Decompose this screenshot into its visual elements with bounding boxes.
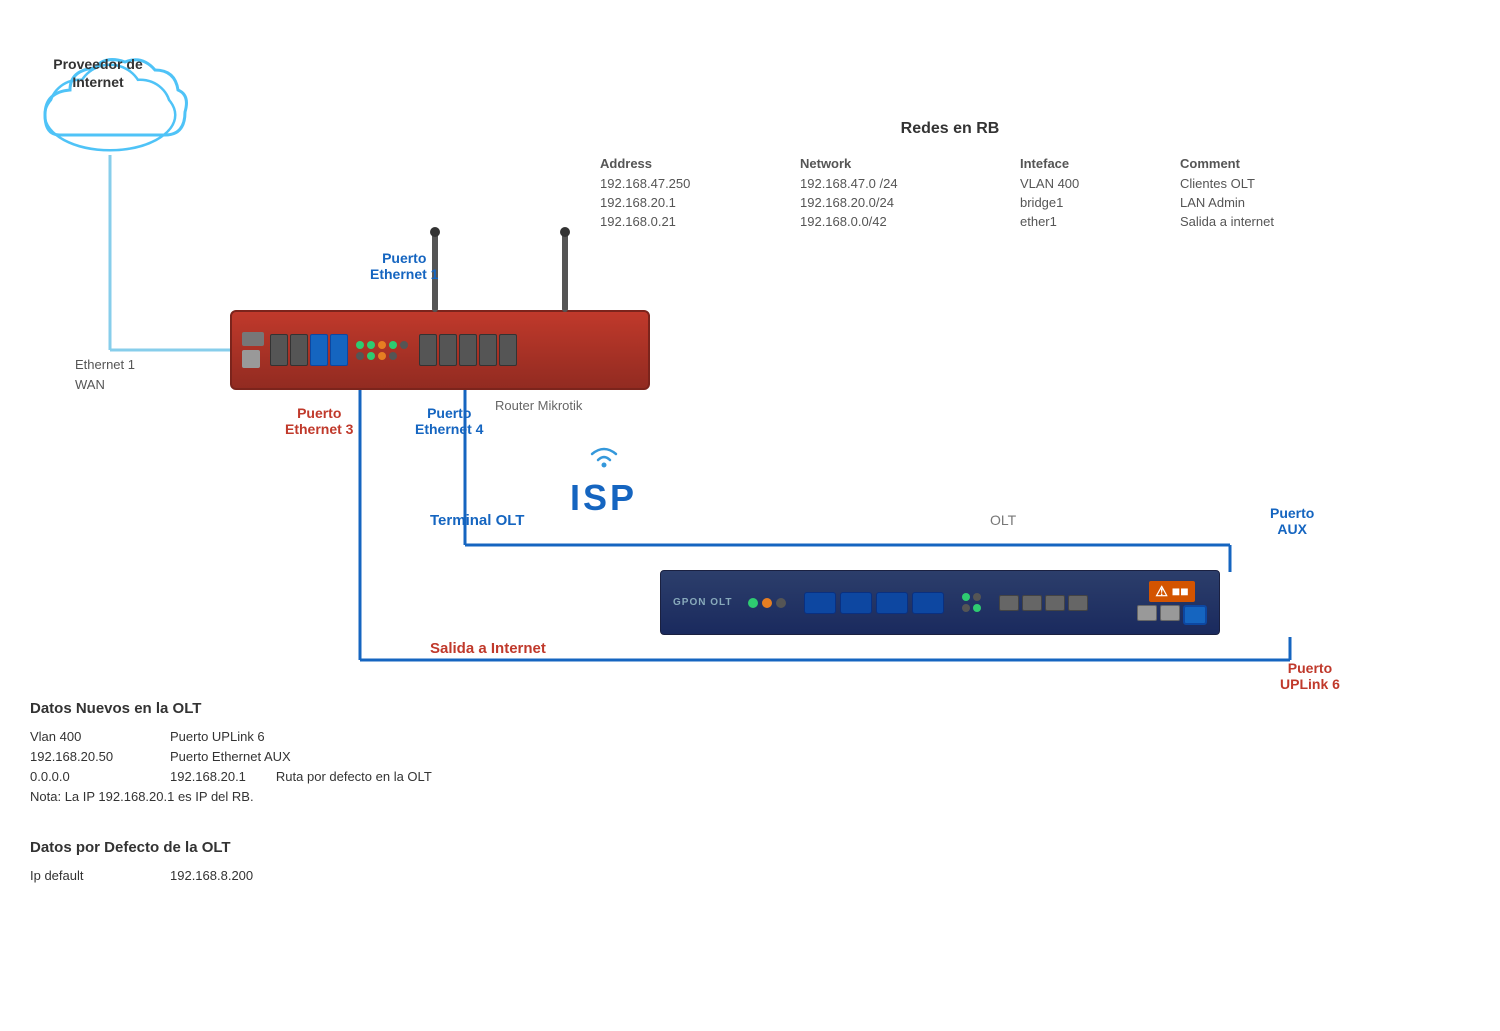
cloud-label: Proveedor de Internet [38,55,158,91]
table-row: 192.168.47.250 [600,174,800,193]
wifi-icon [570,440,637,477]
isp-logo: ISP [570,440,637,519]
table-grid: Address Network Inteface Comment 192.168… [600,153,1300,231]
table-row: Clientes OLT [1180,174,1380,193]
table-row: 192.168.47.0 /24 [800,174,1020,193]
router-label: Router Mikrotik [495,398,582,413]
table-row: bridge1 [1020,193,1180,212]
table-row: 192.168.0.21 [600,212,800,231]
datos-nuevos-title: Datos Nuevos en la OLT [30,700,630,717]
table-row: LAN Admin [1180,193,1380,212]
table-row: 192.168.0.0/42 [800,212,1020,231]
table-title: Redes en RB [600,120,1300,138]
table-row: VLAN 400 [1020,174,1180,193]
table-row: Salida a internet [1180,212,1380,231]
table-row: 192.168.20.0/24 [800,193,1020,212]
datos-nuevos-section: Datos Nuevos en la OLT Vlan 400 Puerto U… [30,700,630,888]
datos-nuevos-note: Nota: La IP 192.168.20.1 es IP del RB. [30,789,630,804]
terminal-olt-label: Terminal OLT [430,512,524,529]
router-mikrotik [230,310,650,390]
port-eth1-label: Puerto Ethernet 1 [370,250,438,282]
ethernet1-wan-label: Ethernet 1 WAN [75,355,135,394]
olt-device: GPON OLT [660,570,1220,635]
list-item: Ip default 192.168.8.200 [30,868,630,883]
redes-rb-table: Redes en RB Address Network Inteface Com… [600,120,1300,231]
port-aux-label: Puerto AUX [1270,505,1314,537]
table-row: ether1 [1020,212,1180,231]
list-item: 0.0.0.0 192.168.20.1 Ruta por defecto en… [30,769,630,784]
antenna-right [562,232,568,312]
port-uplink-label: Puerto UPLink 6 [1280,660,1340,692]
col-header-address: Address [600,153,800,174]
port-eth3-label: Puerto Ethernet 3 [285,405,353,437]
list-item: 192.168.20.50 Puerto Ethernet AUX [30,749,630,764]
list-item: Vlan 400 Puerto UPLink 6 [30,729,630,744]
isp-text: ISP [570,477,637,519]
salida-internet-label: Salida a Internet [430,640,546,657]
datos-defecto-title: Datos por Defecto de la OLT [30,839,630,856]
col-header-network: Network [800,153,1020,174]
col-header-inteface: Inteface [1020,153,1180,174]
port-eth4-label: Puerto Ethernet 4 [415,405,483,437]
olt-label: OLT [990,512,1016,528]
diagram-container: Proveedor de Internet Ethernet 1 WAN [0,0,1500,1031]
table-row: 192.168.20.1 [600,193,800,212]
col-header-comment: Comment [1180,153,1380,174]
